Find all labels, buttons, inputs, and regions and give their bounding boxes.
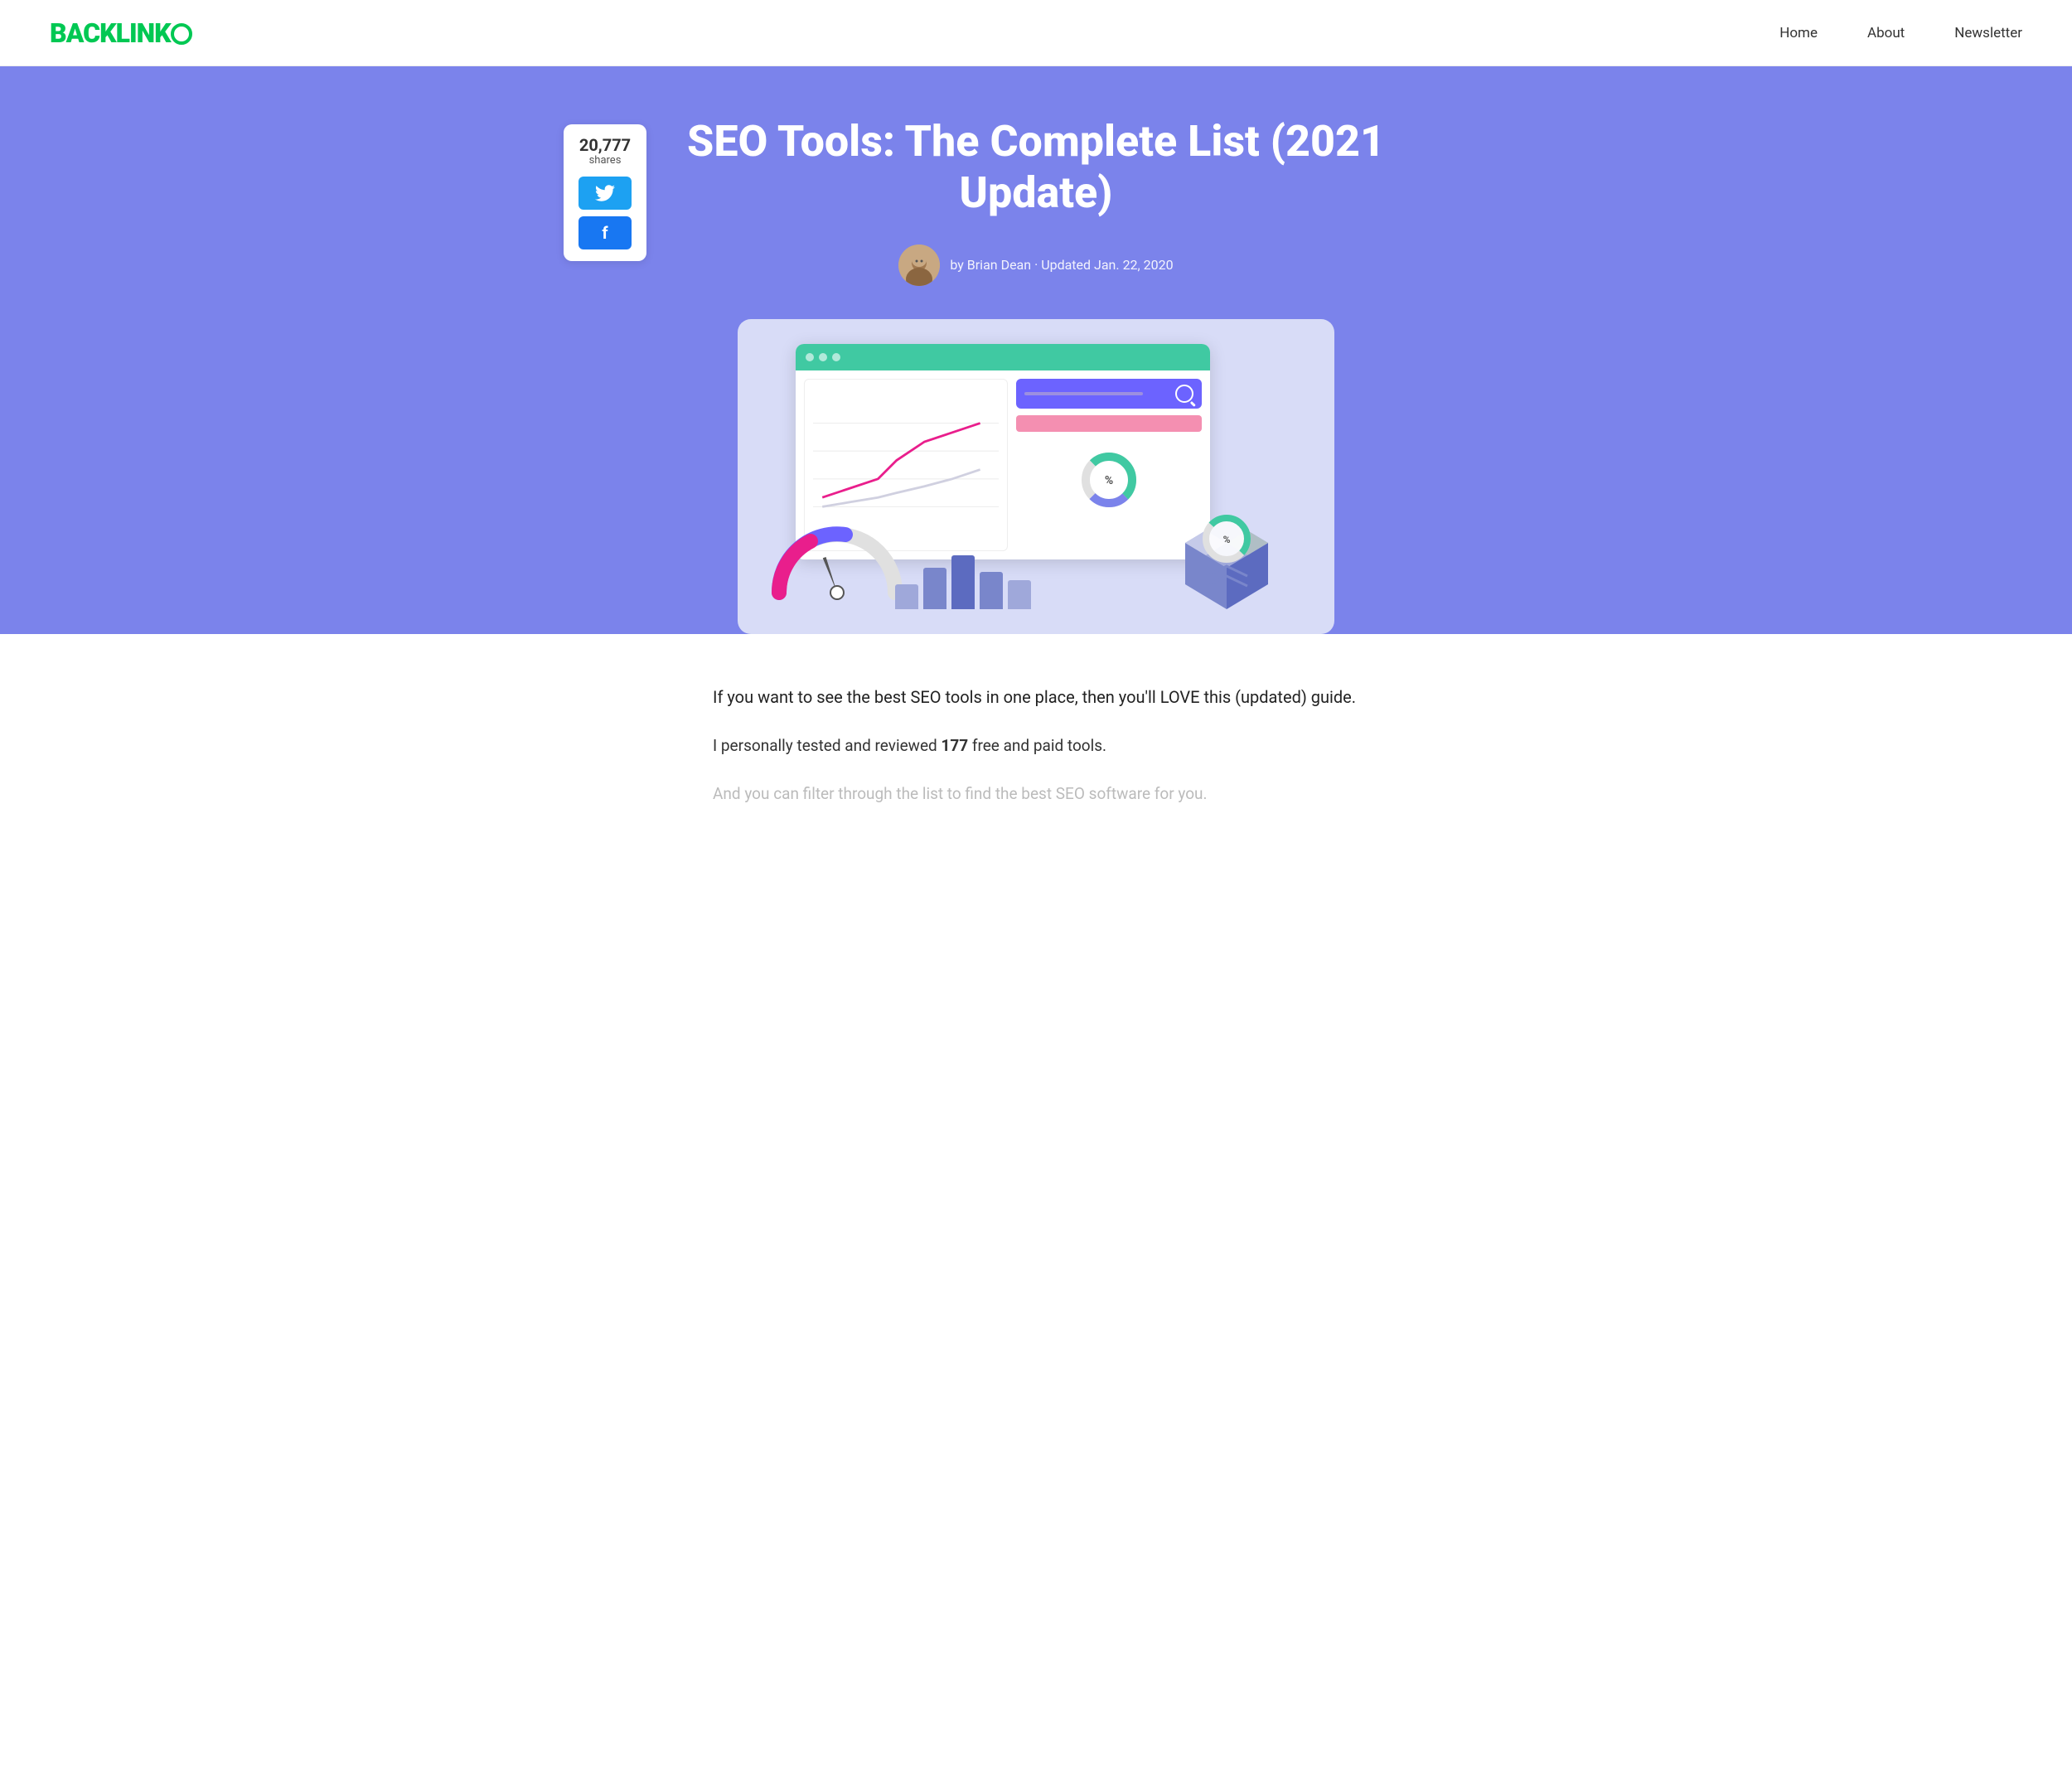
- content-section: If you want to see the best SEO tools in…: [680, 634, 1392, 857]
- twitter-icon: [595, 183, 615, 203]
- nav-home[interactable]: Home: [1779, 25, 1818, 41]
- nav-newsletter[interactable]: Newsletter: [1954, 25, 2022, 41]
- browser-topbar: [796, 344, 1210, 370]
- avatar: [898, 245, 940, 286]
- browser-dot-2: [819, 353, 827, 361]
- author-text: by Brian Dean · Updated Jan. 22, 2020: [950, 257, 1173, 273]
- hero-section: 20,777 shares f SEO Tools: The Complete …: [0, 66, 2072, 634]
- nav-about[interactable]: About: [1867, 25, 1905, 41]
- illustration-inner: %: [762, 344, 1310, 609]
- logo-o: [171, 23, 192, 45]
- search-squiggle: [1024, 392, 1143, 395]
- search-bar-illus: [1016, 379, 1202, 409]
- gauge-svg: [762, 510, 912, 609]
- avatar-image: [898, 245, 940, 286]
- share-box: 20,777 shares f: [564, 124, 646, 261]
- nav-links: Home About Newsletter: [1779, 25, 2022, 41]
- donut-chart-svg: %: [1076, 447, 1142, 513]
- author-row: by Brian Dean · Updated Jan. 22, 2020: [663, 245, 1409, 286]
- navbar: BACKLINK Home About Newsletter: [0, 0, 2072, 66]
- hero-illustration: %: [738, 319, 1334, 634]
- hero-title: SEO Tools: The Complete List (2021 Updat…: [663, 116, 1409, 220]
- facebook-share-button[interactable]: f: [579, 216, 632, 249]
- svg-text:%: %: [1105, 474, 1113, 487]
- logo[interactable]: BACKLINK: [50, 17, 192, 49]
- gauge-illus: [762, 510, 912, 609]
- box-svg: %: [1160, 477, 1293, 609]
- share-label: shares: [579, 154, 632, 167]
- box-illus: %: [1160, 477, 1293, 609]
- share-count: 20,777: [579, 136, 632, 154]
- hero-inner: 20,777 shares f SEO Tools: The Complete …: [663, 116, 1409, 634]
- browser-dot-1: [806, 353, 814, 361]
- search-handle: [1190, 401, 1196, 407]
- pink-block: [1016, 415, 1202, 432]
- intro2-prefix: I personally tested and reviewed: [713, 736, 941, 755]
- intro-paragraph-2: I personally tested and reviewed 177 fre…: [713, 734, 1359, 758]
- intro2-number: 177: [941, 736, 968, 755]
- browser-dot-3: [832, 353, 840, 361]
- bar-1: [895, 584, 918, 609]
- bar-chart-illus: [895, 543, 1031, 609]
- intro-paragraph-3: And you can filter through the list to f…: [713, 782, 1359, 806]
- svg-text:%: %: [1223, 534, 1231, 545]
- facebook-icon: f: [602, 223, 608, 243]
- search-icon-illus: [1175, 385, 1193, 403]
- twitter-share-button[interactable]: [579, 177, 632, 210]
- bar-4: [980, 572, 1003, 609]
- bar-5: [1008, 580, 1031, 609]
- bar-2: [923, 568, 946, 609]
- bar-3: [951, 555, 975, 609]
- intro-paragraph-1: If you want to see the best SEO tools in…: [713, 684, 1359, 710]
- intro2-suffix: free and paid tools.: [968, 736, 1106, 755]
